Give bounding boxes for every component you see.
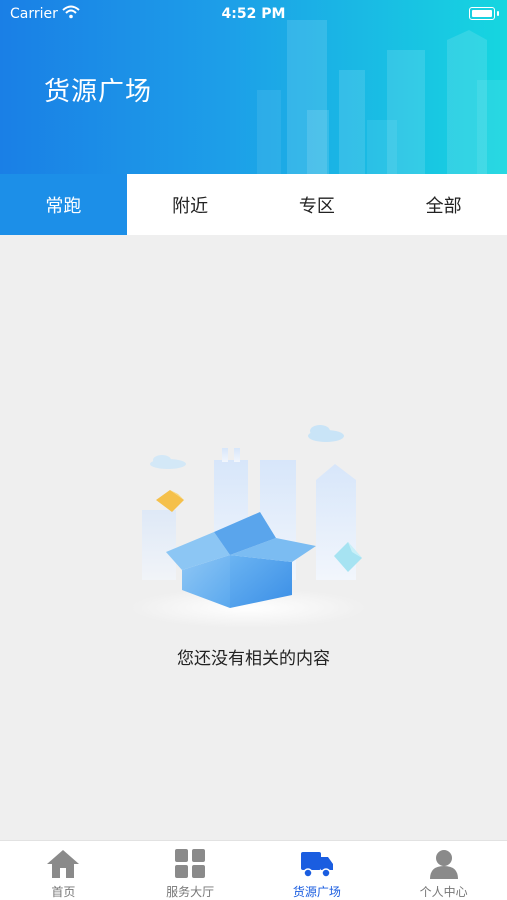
tabbar-profile[interactable]: 个人中心 [380,841,507,900]
empty-state-message: 您还没有相关的内容 [177,649,330,669]
tabbar-home[interactable]: 首页 [0,841,127,900]
tab-all[interactable]: 全部 [380,174,507,235]
header-banner: Carrier 4:52 PM 货源广场 [0,0,507,174]
truck-icon [300,852,333,878]
tab-frequent[interactable]: 常跑 [0,174,127,235]
status-bar: Carrier 4:52 PM [0,0,507,30]
tab-nearby[interactable]: 附近 [127,174,254,235]
tab-zone[interactable]: 专区 [254,174,381,235]
bottom-tab-bar: 首页 服务大厅 货源广场 个人中心 [0,840,507,900]
page-title: 货源广场 [44,77,153,107]
empty-box-illustration [130,425,366,628]
category-tabs: 常跑 附近 专区 全部 [0,174,507,235]
tabbar-label-cargo-square: 货源广场 [292,885,341,899]
tabbar-label-profile: 个人中心 [419,885,468,899]
tabbar-label-home: 首页 [51,885,76,899]
status-time: 4:52 PM [221,6,286,22]
home-icon [47,850,80,878]
person-icon [429,850,458,879]
tabbar-cargo-square[interactable]: 货源广场 [254,841,381,900]
battery-cap [497,11,499,16]
tabbar-service-hall[interactable]: 服务大厅 [127,841,254,900]
grid-icon [175,849,206,878]
battery-icon [469,7,495,20]
tabbar-label-service-hall: 服务大厅 [166,885,215,899]
